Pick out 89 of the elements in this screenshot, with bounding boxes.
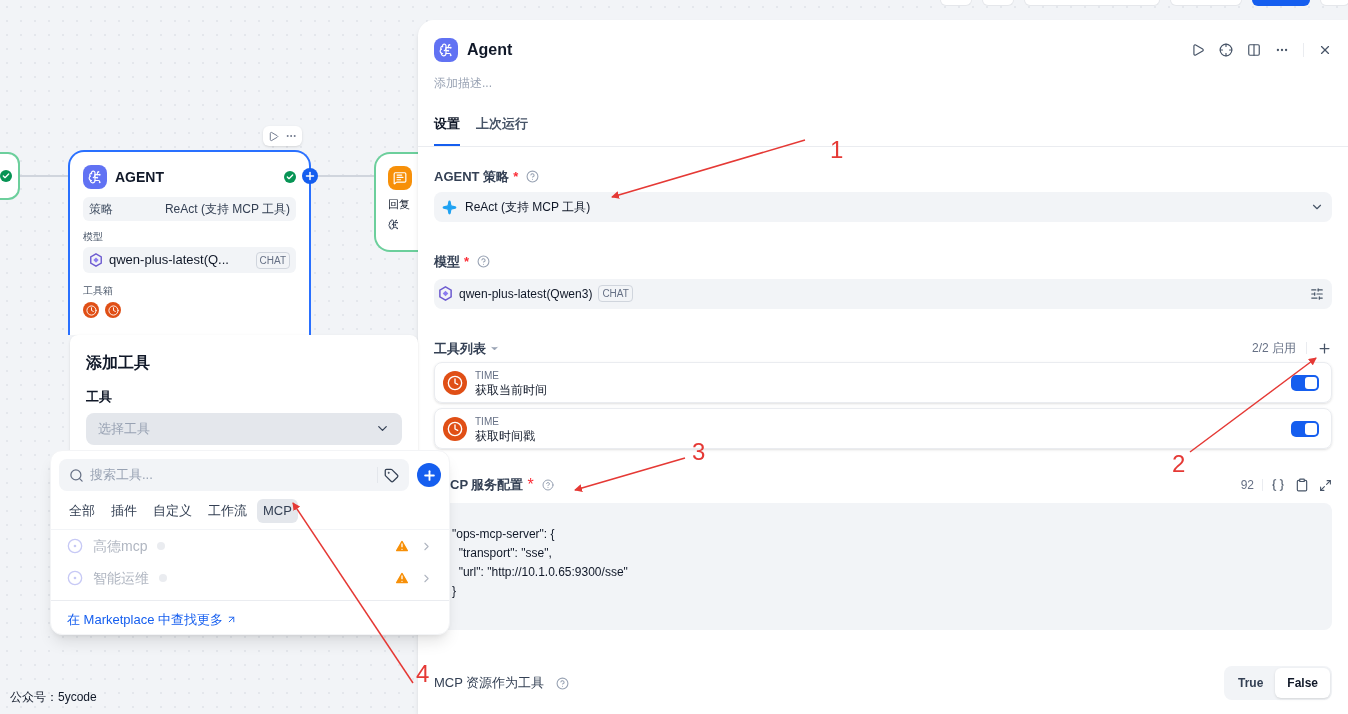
tool-provider: TIME xyxy=(475,414,500,429)
locate-icon[interactable] xyxy=(1219,43,1233,57)
field-label: CP 服务配置 xyxy=(450,476,524,495)
connector-line xyxy=(316,175,374,177)
required-mark: * xyxy=(464,253,470,271)
field-label: 工具列表 xyxy=(434,339,486,358)
panel-tab[interactable]: 设置 xyxy=(434,114,460,146)
help-icon[interactable] xyxy=(526,169,540,183)
agent-node[interactable]: AGENT 策略 ReAct (支持 MCP 工具) 模型 qwen-plus-latest(Q... CHAT 工具箱 xyxy=(68,150,311,335)
filter-tab[interactable]: 工作流 xyxy=(202,499,253,523)
code-line: "ops-mcp-server": { xyxy=(452,526,556,543)
settings-icon[interactable] xyxy=(1310,286,1324,301)
clock-icon xyxy=(443,416,467,441)
help-icon[interactable] xyxy=(556,676,570,690)
panel-title: 添加工具 xyxy=(86,353,151,373)
filter-tab[interactable]: 全部 xyxy=(63,499,101,523)
expand-icon[interactable] xyxy=(1319,478,1332,492)
tools-label: 工具箱 xyxy=(83,284,114,298)
strategy-value: ReAct (支持 MCP 工具) xyxy=(164,201,290,218)
node-title: 回复 xyxy=(388,197,411,212)
search-input[interactable]: 搜索工具... xyxy=(90,465,371,485)
agent-icon xyxy=(388,218,399,230)
add-icon[interactable] xyxy=(417,463,441,487)
strategy-select[interactable]: ReAct (支持 MCP 工具) xyxy=(434,192,1332,222)
field-label: MCP 资源作为工具 xyxy=(434,674,545,693)
field-label: 工具 xyxy=(86,388,113,406)
close-icon[interactable] xyxy=(1318,43,1332,57)
connector-line xyxy=(20,175,68,177)
mcp-server-icon xyxy=(67,538,83,554)
strategy-label: 策略 xyxy=(89,201,113,218)
model-logo-icon xyxy=(89,253,103,267)
clock-icon xyxy=(83,302,99,318)
field-label: AGENT 策略 xyxy=(434,167,510,186)
tool-name: 获取当前时间 xyxy=(475,382,547,397)
option-tab[interactable]: True xyxy=(1225,668,1276,698)
code-line: "transport": "sse", xyxy=(457,545,553,562)
model-name: qwen-plus-latest(Qwen3) xyxy=(459,285,593,303)
mcp-server-icon xyxy=(67,570,83,586)
success-icon xyxy=(284,171,296,183)
toggle-switch[interactable] xyxy=(1291,420,1319,437)
toolbar-button[interactable] xyxy=(1252,0,1310,6)
annotation-number: 4 xyxy=(416,660,430,688)
search-icon xyxy=(69,467,84,483)
run-icon[interactable] xyxy=(268,130,279,142)
filter-tab[interactable]: 插件 xyxy=(105,499,143,523)
panel-tab[interactable]: 上次运行 xyxy=(476,114,528,146)
reply-node[interactable]: 回复 xyxy=(374,152,418,252)
annotation-number: 1 xyxy=(830,136,844,164)
char-count: 92 xyxy=(1240,477,1254,494)
marketplace-link[interactable]: 在 Marketplace 中查找更多 xyxy=(67,610,238,630)
model-tag: CHAT xyxy=(598,285,633,302)
required-mark: * xyxy=(527,476,534,493)
add-node-icon[interactable] xyxy=(302,168,318,184)
run-icon[interactable] xyxy=(1191,43,1205,57)
clock-icon xyxy=(443,370,467,395)
tool-row[interactable]: TIME 获取当前时间 xyxy=(434,362,1332,403)
mcp-name: 智能运维 xyxy=(93,568,149,588)
agent-icon xyxy=(83,165,107,189)
tool-name: 获取时间戳 xyxy=(475,428,535,443)
model-select[interactable]: qwen-plus-latest(Qwen3) CHAT xyxy=(434,278,1332,309)
add-icon[interactable] xyxy=(1317,340,1332,356)
tool-provider: TIME xyxy=(475,368,500,383)
mcp-name: 高德mcp xyxy=(93,536,148,556)
success-icon xyxy=(0,170,12,182)
sparkle-icon xyxy=(442,199,457,215)
annotation-number: 2 xyxy=(1172,450,1186,478)
model-name: qwen-plus-latest(Q... xyxy=(109,251,229,270)
variable-icon[interactable] xyxy=(1271,478,1285,492)
search-field[interactable]: 搜索工具... xyxy=(59,459,409,491)
filter-tab[interactable]: MCP xyxy=(257,499,298,523)
model-tag: CHAT xyxy=(255,251,290,269)
model-logo-icon xyxy=(438,286,453,301)
copy-icon[interactable] xyxy=(1295,478,1309,492)
filter-tab[interactable]: 自定义 xyxy=(147,499,198,523)
reply-icon xyxy=(388,166,412,190)
model-label: 模型 xyxy=(83,230,104,244)
clock-icon xyxy=(105,302,121,318)
agent-icon xyxy=(434,38,458,62)
option-tab[interactable]: False xyxy=(1275,668,1330,698)
watermark-caption: 公众号：5ycode xyxy=(10,689,97,706)
enabled-count: 2/2 启用 xyxy=(1252,340,1296,358)
tag-icon[interactable] xyxy=(384,467,399,483)
panel-title: Agent xyxy=(467,40,513,60)
field-label: 模型 xyxy=(434,253,460,271)
code-line: } xyxy=(452,583,457,600)
node-title: AGENT xyxy=(115,167,164,187)
required-mark: * xyxy=(513,167,519,186)
code-line: "url": "http://10.1.0.65:9300/sse" xyxy=(457,564,629,581)
toggle-switch[interactable] xyxy=(1291,374,1319,391)
